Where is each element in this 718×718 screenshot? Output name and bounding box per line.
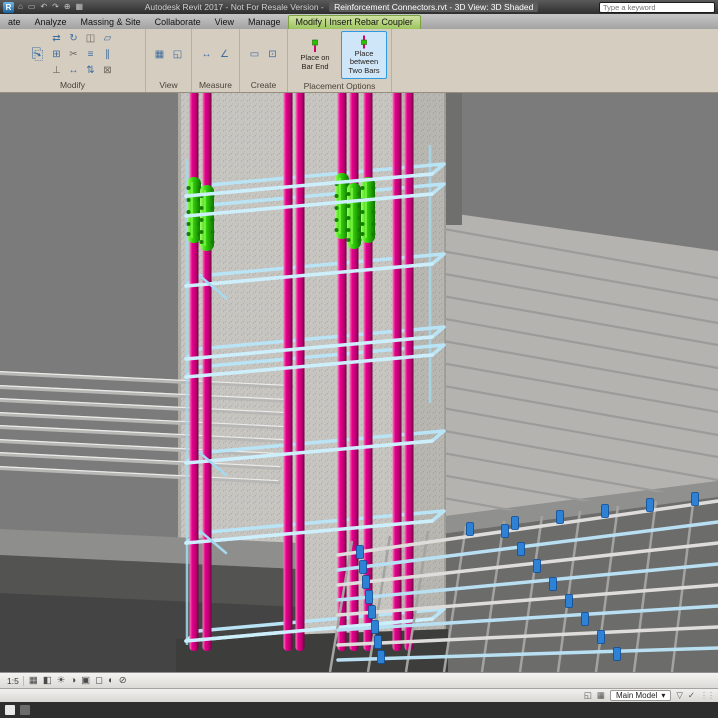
view-control-bar: 1:5 ▦ ◧ ☀ ◑ ▣ ◻ ◐ ⊘ xyxy=(0,672,718,688)
3d-viewport[interactable] xyxy=(0,93,718,672)
bar-end-coupler-icon xyxy=(307,39,323,53)
show-crop-region-icon[interactable]: ◻ xyxy=(95,674,103,688)
tab-analyze[interactable]: Analyze xyxy=(28,16,74,29)
tab-modify-insert-rebar-coupler[interactable]: Modify | Insert Rebar Coupler xyxy=(288,15,421,29)
open-icon[interactable]: ⌂ xyxy=(17,2,24,12)
editable-only-filter-icon[interactable]: ▽ xyxy=(676,690,683,701)
revit-window: R ⌂ ▭ ↶ ↷ ⊕ ▦ Autodesk Revit 2017 - Not … xyxy=(0,0,718,718)
infocenter-search xyxy=(599,2,715,13)
ribbon-empty-area xyxy=(392,29,718,92)
active-design-option-select[interactable]: Main Model ▾ xyxy=(610,690,671,701)
place-on-bar-end-line2: Bar End xyxy=(301,63,328,72)
tab-view[interactable]: View xyxy=(208,16,241,29)
worksets-icon[interactable]: ◱ xyxy=(584,690,592,701)
tab-collaborate[interactable]: Collaborate xyxy=(148,16,208,29)
reveal-hidden-elements-icon[interactable]: ⊘ xyxy=(119,674,127,688)
tab-manage[interactable]: Manage xyxy=(241,16,288,29)
search-input[interactable] xyxy=(599,2,715,13)
delete-icon[interactable]: ⊠ xyxy=(100,63,116,78)
taskbar-app-icon-2[interactable] xyxy=(20,705,30,715)
split-icon[interactable]: ✂ xyxy=(66,47,82,62)
taskbar-app-icon[interactable] xyxy=(5,705,15,715)
redo-icon[interactable]: ↷ xyxy=(51,2,60,12)
copy-icon[interactable]: ⇅ xyxy=(83,63,99,78)
modify-qat-icon[interactable]: ▦ xyxy=(75,2,85,12)
measure-tool-grid: ↔ ∠ xyxy=(198,46,233,63)
move-icon[interactable]: ∥ xyxy=(100,47,116,62)
panel-label-create: Create xyxy=(240,80,287,92)
ribbon: ⎘ ⇄ ↻ ◫ ▱ ⊞ ✂ ≡ ∥ ⊥ ↔ ⇅ ⊠ Modify xyxy=(0,29,718,93)
create-tool-grid: ▭ ⊡ xyxy=(246,46,281,63)
between-bars-coupler-icon xyxy=(356,35,372,49)
panel-label-view: View xyxy=(146,80,191,92)
panel-create: ▭ ⊡ Create xyxy=(240,29,288,92)
save-icon[interactable]: ▭ xyxy=(27,2,37,12)
visual-style-icon[interactable]: ◧ xyxy=(43,674,52,688)
window-title: Autodesk Revit 2017 - Not For Resale Ver… xyxy=(87,2,596,12)
trim-icon[interactable]: ≡ xyxy=(83,47,99,62)
sun-path-icon[interactable]: ☀ xyxy=(57,674,66,688)
resize-grip[interactable]: ⋮⋮ xyxy=(700,691,714,700)
column-shadow-band xyxy=(446,93,462,225)
taskbar xyxy=(0,702,718,718)
app-title-text: Autodesk Revit 2017 - Not For Resale Ver… xyxy=(145,2,324,12)
section-view-icon[interactable]: ◱ xyxy=(169,46,186,63)
detail-level-icon[interactable]: ▦ xyxy=(29,674,38,688)
modify-tools: ⎘ ⇄ ↻ ◫ ▱ ⊞ ✂ ≡ ∥ ⊥ ↔ ⇅ ⊠ xyxy=(0,29,145,80)
panel-label-measure: Measure xyxy=(192,80,239,92)
place-between-two-bars-button[interactable]: Place between Two Bars xyxy=(341,31,387,79)
panel-modify: ⎘ ⇄ ↻ ◫ ▱ ⊞ ✂ ≡ ∥ ⊥ ↔ ⇅ ⊠ Modify xyxy=(0,29,146,92)
status-bar: ◱ ▦ Main Model ▾ ▽ ✓ ⋮⋮ xyxy=(0,688,718,702)
mirror-icon[interactable]: ◫ xyxy=(83,31,99,46)
undo-icon[interactable]: ↶ xyxy=(39,2,48,12)
offset-icon[interactable]: ▱ xyxy=(100,31,116,46)
title-bar: R ⌂ ▭ ↶ ↷ ⊕ ▦ Autodesk Revit 2017 - Not … xyxy=(0,0,718,14)
3d-scene xyxy=(0,93,718,672)
rotate-icon[interactable]: ↻ xyxy=(66,31,82,46)
scale-button[interactable]: 1:5 xyxy=(3,676,24,686)
temporary-hide-isolate-icon[interactable]: ◐ xyxy=(108,674,114,688)
place-on-bar-end-button[interactable]: Place on Bar End xyxy=(292,31,338,79)
panel-measure: ↔ ∠ Measure xyxy=(192,29,240,92)
create-group-icon[interactable]: ▭ xyxy=(246,46,263,63)
main-model-label: Main Model xyxy=(616,691,657,700)
modify-tool-grid: ⇄ ↻ ◫ ▱ ⊞ ✂ ≡ ∥ ⊥ ↔ ⇅ ⊠ xyxy=(49,31,116,78)
revit-app-menu-icon[interactable]: R xyxy=(3,2,14,13)
panel-view: ▦ ◱ View xyxy=(146,29,192,92)
ribbon-tab-bar: ate Analyze Massing & Site Collaborate V… xyxy=(0,14,718,29)
document-title-text: Reinforcement Connectors.rvt - 3D View: … xyxy=(329,2,538,12)
design-options-icon[interactable]: ▦ xyxy=(597,690,605,701)
paste-icon[interactable]: ⎘ xyxy=(29,46,45,63)
measure-icon[interactable]: ↔ xyxy=(198,46,215,63)
place-between-line2: Two Bars xyxy=(348,67,379,76)
crop-view-icon[interactable]: ▣ xyxy=(81,674,90,688)
scale-icon[interactable]: ↔ xyxy=(66,63,82,78)
panel-placement-options: Place on Bar End Place between Two Bars … xyxy=(288,29,392,92)
sync-icon[interactable]: ⊕ xyxy=(63,2,72,12)
tab-annotate[interactable]: ate xyxy=(1,16,28,29)
align-icon[interactable]: ⇄ xyxy=(49,31,65,46)
selection-toggle-icon[interactable]: ✓ xyxy=(688,690,695,701)
tab-massing-site[interactable]: Massing & Site xyxy=(74,16,148,29)
view-tool-grid: ▦ ◱ xyxy=(151,46,186,63)
shadows-icon[interactable]: ◑ xyxy=(70,674,76,688)
default-3d-view-icon[interactable]: ▦ xyxy=(151,46,168,63)
place-between-line1: Place between xyxy=(342,50,386,67)
panel-label-modify: Modify xyxy=(0,80,145,92)
create-similar-icon[interactable]: ⊡ xyxy=(264,46,281,63)
angle-dimension-icon[interactable]: ∠ xyxy=(216,46,233,63)
array-icon[interactable]: ⊞ xyxy=(49,47,65,62)
pin-icon[interactable]: ⊥ xyxy=(49,63,65,78)
chevron-down-icon: ▾ xyxy=(661,691,665,700)
panel-label-placement-options: Placement Options xyxy=(288,81,391,92)
